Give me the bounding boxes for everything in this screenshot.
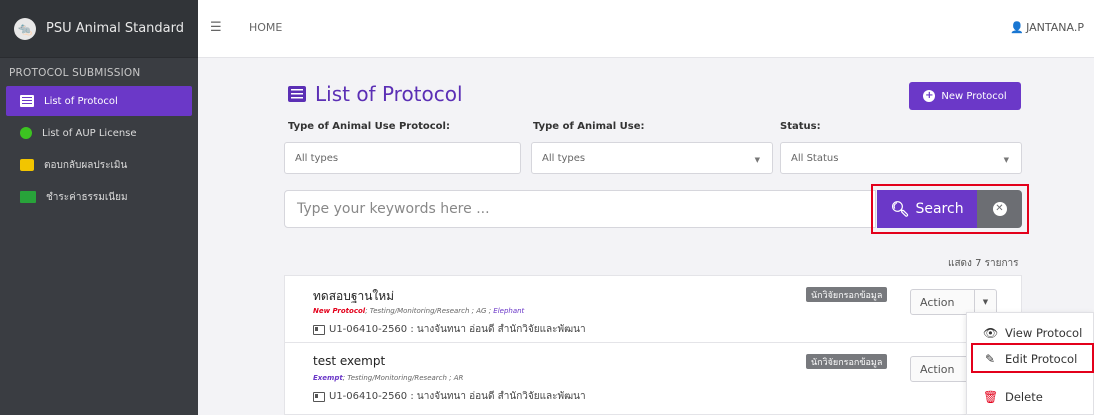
caret-down-icon[interactable]: ▼ — [974, 290, 996, 314]
protocol-id-text: U1-06410-2560 : นางจันทนา อ่อนดี สำนักวิ… — [329, 391, 586, 402]
animal-use-label: Type of Animal Use: — [533, 121, 645, 132]
sidebar-item-list-of-aup-license[interactable]: List of AUP License — [6, 118, 192, 148]
protocol-card: ทดสอบฐานใหม่ New Protocol; Testing/Monit… — [284, 275, 1022, 343]
protocol-meta: New Protocol; Testing/Monitoring/Researc… — [313, 307, 524, 315]
status-badge: นักวิจัยกรอกข้อมูล — [806, 354, 888, 369]
page-title-text: List of Protocol — [315, 82, 463, 106]
protocol-type-label: Type of Animal Use Protocol: — [288, 121, 450, 132]
sidebar: 🐀 PSU Animal Standard PROTOCOL SUBMISSIO… — [0, 0, 198, 415]
menu-item-delete[interactable]: 🗑 Delete — [967, 383, 1094, 411]
chevron-down-icon: ▼ — [1003, 156, 1009, 164]
chevron-down-icon: ▼ — [754, 156, 760, 164]
protocol-id-line: U1-06410-2560 : นางจันทนา อ่อนดี สำนักวิ… — [313, 389, 586, 404]
page-title: List of Protocol — [288, 82, 463, 106]
hamburger-menu-icon[interactable]: ☰ — [210, 20, 222, 35]
protocol-type: Exempt — [313, 374, 343, 382]
plus-circle-icon: + — [923, 90, 936, 102]
protocol-title: test exempt — [313, 354, 386, 368]
action-label: Action — [920, 295, 955, 309]
sidebar-item-label: List of AUP License — [42, 127, 137, 139]
new-protocol-button[interactable]: + New Protocol — [909, 82, 1021, 110]
result-count: แสดง 7 รายการ — [948, 258, 1019, 269]
sidebar-item-pay-fee[interactable]: ชำระค่าธรรมเนียม — [6, 182, 192, 212]
badge-icon — [20, 127, 32, 139]
sidebar-item-evaluation-response[interactable]: ตอบกลับผลประเมิน — [6, 150, 192, 180]
protocol-type-value: All types — [295, 152, 339, 164]
list-icon — [20, 95, 34, 107]
protocol-type: New Protocol — [313, 307, 366, 315]
sidebar-section-title: PROTOCOL SUBMISSION — [9, 67, 141, 79]
list-icon — [288, 86, 306, 102]
sidebar-item-list-of-protocol[interactable]: List of Protocol — [6, 86, 192, 116]
action-label: Action — [920, 362, 955, 376]
status-select[interactable]: All Status ▼ — [780, 142, 1022, 174]
status-badge: นักวิจัยกรอกข้อมูล — [806, 287, 888, 302]
protocol-title: ทดสอบฐานใหม่ — [313, 289, 395, 303]
topbar: ☰ HOME 👤 JANTANA.P — [198, 0, 1094, 58]
protocol-meta: Exempt; Testing/Monitoring/Research ; AR — [313, 374, 463, 382]
trash-icon: 🗑 — [983, 390, 999, 404]
status-value: All Status — [791, 152, 839, 164]
protocol-id-text: U1-06410-2560 : นางจันทนา อ่อนดี สำนักวิ… — [329, 324, 586, 335]
sidebar-item-label: List of Protocol — [44, 95, 118, 107]
rat-logo-icon: 🐀 — [14, 17, 36, 40]
protocol-card: test exempt Exempt; Testing/Monitoring/R… — [284, 343, 1022, 415]
id-card-icon — [313, 324, 325, 335]
user-icon: 👤 — [1010, 21, 1025, 34]
money-icon — [20, 191, 36, 203]
comment-icon — [20, 159, 34, 171]
id-card-icon — [313, 391, 325, 402]
sidebar-item-label: ชำระค่าธรรมเนียม — [46, 191, 128, 203]
menu-item-label: Delete — [1005, 390, 1043, 404]
protocol-type-input[interactable]: All types — [284, 142, 521, 174]
edit-highlight-box — [971, 343, 1094, 373]
animal-use-select[interactable]: All types ▼ — [531, 142, 773, 174]
search-input[interactable]: Type your keywords here ... — [284, 190, 876, 228]
app-title: PSU Animal Standard — [46, 21, 184, 36]
brand[interactable]: 🐀 PSU Animal Standard — [0, 0, 198, 58]
protocol-meta-text: ; Testing/Monitoring/Research ; AG ; — [365, 307, 494, 315]
search-highlight-box — [871, 184, 1029, 234]
sidebar-item-label: ตอบกลับผลประเมิน — [44, 159, 128, 171]
animal-use-value: All types — [542, 152, 586, 164]
eye-icon: 👁 — [983, 326, 999, 340]
search-placeholder: Type your keywords here ... — [297, 201, 490, 217]
protocol-animal: Elephant — [493, 307, 525, 315]
protocol-id-line: U1-06410-2560 : นางจันทนา อ่อนดี สำนักวิ… — [313, 322, 586, 337]
user-name: JANTANA.P — [1026, 21, 1084, 34]
protocol-meta-text: ; Testing/Monitoring/Research ; AR — [342, 374, 464, 382]
menu-item-label: View Protocol — [1005, 326, 1083, 340]
home-link[interactable]: HOME — [249, 21, 282, 34]
user-menu[interactable]: 👤 JANTANA.P — [1010, 21, 1084, 34]
new-protocol-label: New Protocol — [941, 90, 1007, 102]
status-label: Status: — [780, 121, 821, 132]
